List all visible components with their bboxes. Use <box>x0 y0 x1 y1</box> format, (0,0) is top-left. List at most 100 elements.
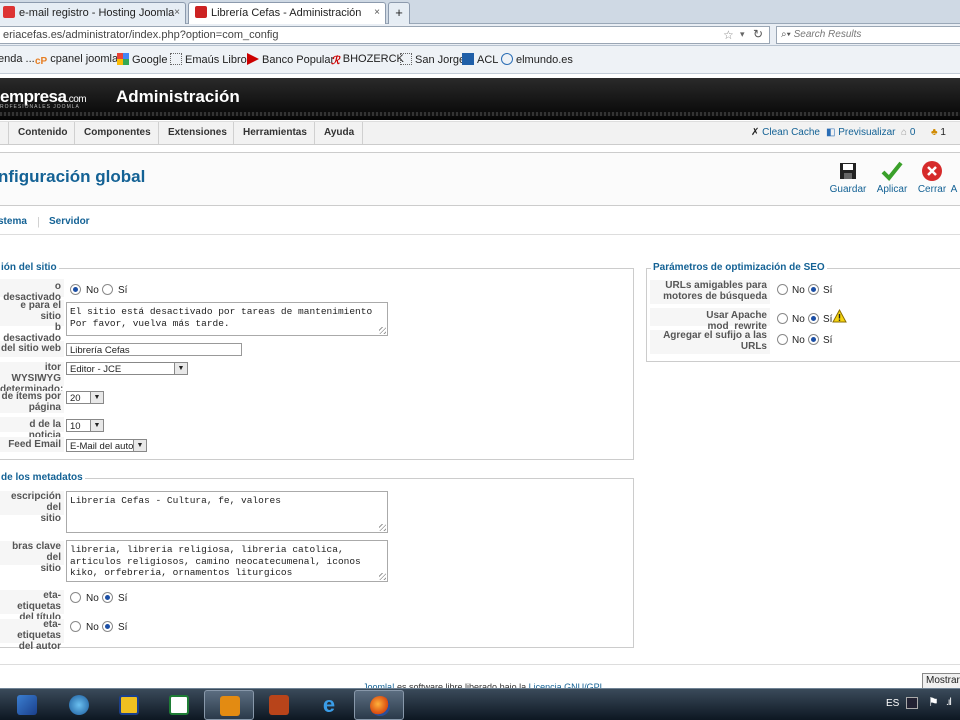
bookmark-elmundo[interactable]: elmundo.es <box>501 53 573 66</box>
offline-message-label: e para el sitio b desactivado <box>0 300 64 344</box>
taskbar-app-network[interactable] <box>54 690 104 720</box>
dropdown-arrow-icon[interactable]: ▾ <box>740 29 745 40</box>
sitename-input[interactable]: Librería Cefas <box>66 343 242 356</box>
meta-keywords-textarea[interactable]: libreria, libreria religiosa, libreria c… <box>66 540 388 582</box>
author-meta-yes-radio[interactable] <box>102 621 113 632</box>
save-label: Guardar <box>829 184 867 195</box>
bookmark-emaus[interactable]: Emaús Libros <box>170 53 252 66</box>
offline-no-label: No <box>86 285 99 296</box>
taskbar-app-si[interactable] <box>104 690 154 720</box>
bookmark-acl[interactable]: ACL <box>462 53 498 66</box>
resize-grip-icon[interactable] <box>379 524 386 531</box>
bookmark-label: Google <box>132 54 168 66</box>
new-tab-button[interactable]: + <box>388 2 410 24</box>
bookmark-bhozerck[interactable]: ℛ BHOZERCK <box>331 53 404 67</box>
network-icon <box>69 695 89 715</box>
windows-taskbar: e ES ⚑ .ıl <box>0 688 960 720</box>
editor-select[interactable]: Editor - JCE ▼ <box>66 362 188 375</box>
sef-yes-radio[interactable] <box>808 284 819 295</box>
resize-grip-icon[interactable] <box>379 327 386 334</box>
messages-count[interactable]: ⌂ 0 <box>901 127 915 138</box>
seo-legend: Parámetros de optimización de SEO <box>651 262 827 273</box>
taskbar-app-ie[interactable]: e <box>304 690 354 720</box>
language-indicator[interactable]: ES <box>886 698 899 709</box>
feed-length-select[interactable]: 10 ▼ <box>66 419 104 432</box>
title-meta-no-radio[interactable] <box>70 592 81 603</box>
suffix-yes-radio[interactable] <box>808 334 819 345</box>
offline-yes-label: Sí <box>118 285 128 296</box>
menu-extensiones[interactable]: Extensiones <box>168 127 227 138</box>
textarea-content: Librería Cefas - Cultura, fe, valores <box>70 495 281 506</box>
list-length-select[interactable]: 20 ▼ <box>66 391 104 404</box>
tray-icon[interactable] <box>906 697 918 709</box>
feed-email-select[interactable]: E-Mail del autor ▼ <box>66 439 147 452</box>
url-field[interactable]: eriacefas.es/administrator/index.php?opt… <box>0 26 770 44</box>
bookmark-label: Banco Popular <box>262 54 335 66</box>
bookmark-cpanel[interactable]: cP cpanel joomla <box>35 53 118 68</box>
taskbar-app-outlook[interactable] <box>204 690 254 720</box>
messages-value: 0 <box>909 127 916 138</box>
taskbar-app-firefox[interactable] <box>354 690 404 720</box>
title-meta-yes-radio[interactable] <box>102 592 113 603</box>
admin-menu-bar: Contenido Componentes Extensiones Herram… <box>0 121 960 145</box>
subnav-divider: | <box>37 216 40 228</box>
clean-cache-label: Clean Cache <box>762 127 820 138</box>
close-tab-icon[interactable]: × <box>174 7 180 18</box>
tab-libreria-cefas[interactable]: Librería Cefas - Administración × <box>188 2 386 24</box>
suffix-no-radio[interactable] <box>777 334 788 345</box>
menu-componentes[interactable]: Componentes <box>84 127 151 138</box>
rewrite-no-radio[interactable] <box>777 313 788 324</box>
menu-contenido[interactable]: Contenido <box>18 127 67 138</box>
taskbar-app-excel[interactable] <box>154 690 204 720</box>
meta-description-label: escripción del sitio <box>0 491 64 524</box>
sef-yes-label: Sí <box>823 285 833 296</box>
author-meta-no-radio[interactable] <box>70 621 81 632</box>
bookmark-san-jorge[interactable]: San Jorge <box>400 53 465 66</box>
menu-divider <box>158 122 159 144</box>
access-icon <box>269 695 289 715</box>
menu-ayuda[interactable]: Ayuda <box>324 127 354 138</box>
apply-button[interactable]: Aplicar <box>870 160 914 195</box>
sef-urls-label: URLs amigables para motores de búsqueda <box>650 280 770 304</box>
taskbar-app-explorer[interactable] <box>2 690 52 720</box>
menu-divider <box>314 122 315 144</box>
bookmark-label: Emaús Libros <box>185 54 253 66</box>
navigation-bar: eriacefas.es/administrator/index.php?opt… <box>0 24 960 46</box>
star-icon[interactable]: ☆ <box>723 28 734 42</box>
offline-yes-radio[interactable] <box>102 284 113 295</box>
preview-link[interactable]: ◧ Previsualizar <box>826 127 895 138</box>
search-input[interactable]: ⌕▾ Search Results <box>776 26 960 44</box>
meta-description-textarea[interactable]: Librería Cefas - Cultura, fe, valores <box>66 491 388 533</box>
messages-icon: ⌂ <box>901 127 910 138</box>
bookmark-google[interactable]: Google <box>117 53 167 66</box>
bookmark-banco-popular[interactable]: Banco Popular <box>247 53 334 66</box>
label-line: itor WYSIWYG <box>11 362 61 384</box>
title-meta-no-label: No <box>86 593 99 604</box>
checkmark-icon <box>881 161 903 181</box>
bookmark-enda[interactable]: enda ... <box>0 53 35 65</box>
tab-servidor[interactable]: Servidor <box>49 216 90 227</box>
help-button-partial[interactable]: A <box>944 160 960 195</box>
reload-icon[interactable]: ↻ <box>753 27 763 41</box>
rewrite-yes-radio[interactable] <box>808 313 819 324</box>
clean-cache-link[interactable]: ✗ Clean Cache <box>751 127 820 138</box>
label-line: motores de búsqueda <box>663 291 767 302</box>
offline-message-textarea[interactable]: El sitio está desactivado por tareas de … <box>66 302 388 336</box>
page-icon <box>170 53 182 65</box>
tab-sistema[interactable]: stema <box>0 216 27 227</box>
flag-icon[interactable]: ⚑ <box>928 695 939 709</box>
header-stripe <box>0 112 960 116</box>
close-tab-icon[interactable]: × <box>374 7 380 18</box>
sef-no-radio[interactable] <box>777 284 788 295</box>
resize-grip-icon[interactable] <box>379 573 386 580</box>
save-button[interactable]: Guardar <box>826 160 870 195</box>
taskbar-app-access[interactable] <box>254 690 304 720</box>
offline-no-radio[interactable] <box>70 284 81 295</box>
tab-email-registro[interactable]: e-mail registro - Hosting Joomla × <box>0 2 186 24</box>
browser-tab-bar: e-mail registro - Hosting Joomla × Libre… <box>0 0 960 24</box>
admin-header: empresa.com ROFESIONALES JOOMLA Administ… <box>0 78 960 120</box>
users-count[interactable]: ♣ 1 <box>931 127 946 138</box>
signal-icon[interactable]: .ıl <box>946 697 952 708</box>
menu-herramientas[interactable]: Herramientas <box>243 127 307 138</box>
bookmark-label: ACL <box>477 54 499 66</box>
